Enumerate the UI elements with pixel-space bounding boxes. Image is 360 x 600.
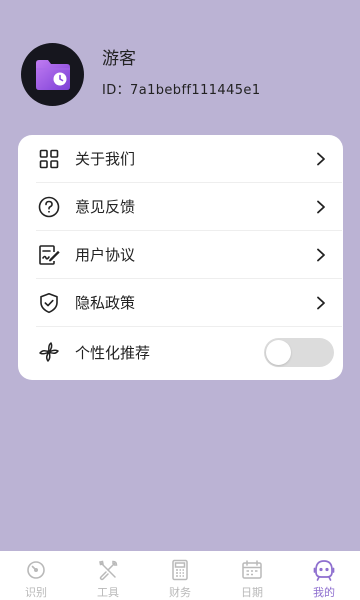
chevron-right-icon bbox=[317, 248, 325, 261]
bottom-nav: 识别 工具 财务 日期 我的 bbox=[0, 551, 360, 600]
menu-item-label: 个性化推荐 bbox=[75, 343, 151, 362]
gauge-icon bbox=[24, 558, 48, 582]
menu-item-label: 用户协议 bbox=[75, 246, 136, 264]
chevron-right-icon bbox=[317, 296, 325, 309]
pinwheel-icon bbox=[38, 341, 60, 363]
nav-label: 工具 bbox=[97, 586, 119, 599]
nav-item-tools[interactable]: 工具 bbox=[72, 551, 144, 600]
nav-label: 日期 bbox=[241, 586, 263, 599]
nav-item-date[interactable]: 日期 bbox=[216, 551, 288, 600]
nav-label: 识别 bbox=[25, 586, 47, 599]
nav-label: 我的 bbox=[313, 586, 335, 599]
menu-item-user-agreement[interactable]: 用户协议 bbox=[18, 231, 343, 278]
shield-check-icon bbox=[38, 292, 60, 314]
nav-item-mine[interactable]: 我的 bbox=[288, 551, 360, 600]
calculator-icon bbox=[168, 558, 192, 582]
menu-item-feedback[interactable]: 意见反馈 bbox=[18, 183, 343, 230]
settings-card: 关于我们 意见反馈 用户协议 隐私政策 个性化推荐 bbox=[18, 135, 343, 380]
nav-label: 财务 bbox=[169, 586, 191, 599]
user-id: ID：7a1bebff111445e1 bbox=[102, 82, 261, 98]
tools-icon bbox=[96, 558, 120, 582]
grid-icon bbox=[38, 148, 60, 170]
menu-item-privacy-policy[interactable]: 隐私政策 bbox=[18, 279, 343, 326]
question-circle-icon bbox=[38, 196, 60, 218]
profile-header: 游客 ID：7a1bebff111445e1 bbox=[21, 43, 261, 106]
nav-item-recognize[interactable]: 识别 bbox=[0, 551, 72, 600]
chevron-right-icon bbox=[317, 152, 325, 165]
robot-face-icon bbox=[312, 558, 336, 582]
menu-item-label: 隐私政策 bbox=[75, 294, 136, 312]
avatar[interactable] bbox=[21, 43, 84, 106]
toggle-knob bbox=[266, 339, 291, 365]
chevron-right-icon bbox=[317, 200, 325, 213]
menu-item-label: 关于我们 bbox=[75, 150, 136, 168]
purple-folder-clock-icon bbox=[35, 59, 70, 90]
document-pen-icon bbox=[38, 244, 60, 266]
user-name: 游客 bbox=[102, 48, 136, 69]
nav-item-finance[interactable]: 财务 bbox=[144, 551, 216, 600]
personalized-recommendation-toggle[interactable] bbox=[264, 337, 334, 367]
menu-item-recommend: 个性化推荐 bbox=[18, 327, 343, 377]
menu-item-about[interactable]: 关于我们 bbox=[18, 135, 343, 182]
calendar-icon bbox=[240, 558, 264, 582]
menu-item-label: 意见反馈 bbox=[75, 198, 136, 216]
